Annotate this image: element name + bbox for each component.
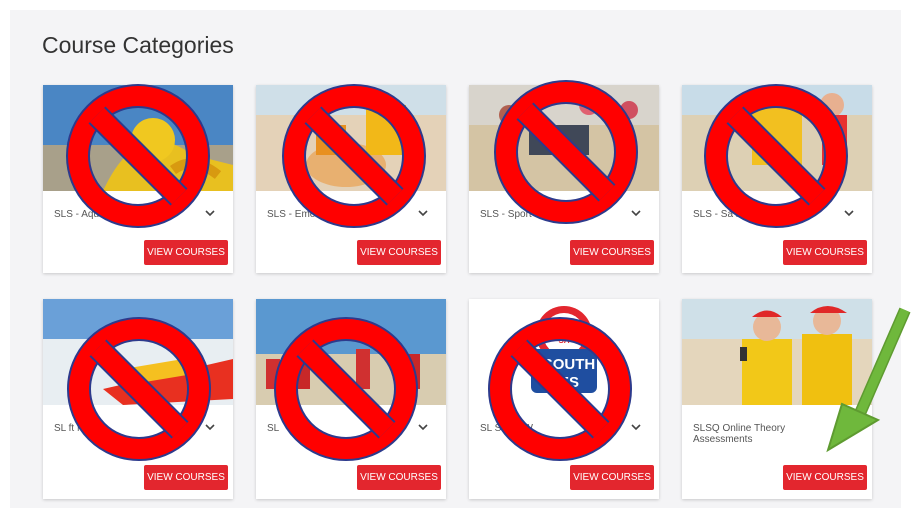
logo-text-main: SOUTH: [543, 356, 596, 373]
view-courses-button[interactable]: VIEW COURSES: [144, 240, 228, 265]
course-category-card[interactable]: SL VIEW COURSES: [256, 299, 446, 499]
course-category-card[interactable]: SL ft Mainte VIEW COURSES: [43, 299, 233, 499]
course-category-card[interactable]: SLS - Emerg VIEW COURSES: [256, 85, 446, 273]
chevron-down-icon[interactable]: [416, 420, 430, 434]
view-courses-button[interactable]: VIEW COURSES: [357, 465, 441, 490]
card-title: SL South W: [480, 423, 533, 434]
category-image: [43, 85, 233, 191]
card-title: SL: [267, 423, 280, 434]
chevron-down-icon[interactable]: [629, 420, 643, 434]
category-image: [682, 85, 872, 191]
chevron-down-icon[interactable]: [203, 420, 217, 434]
chevron-down-icon[interactable]: [203, 206, 217, 220]
view-courses-button[interactable]: VIEW COURSES: [783, 465, 867, 490]
card-title: SLSQ Online Theory Assessments: [693, 423, 786, 445]
chevron-down-icon[interactable]: [416, 206, 430, 220]
card-title: SLS - Sa ng: [693, 209, 747, 220]
course-category-card[interactable]: SLS - Aqua VIEW COURSES: [43, 85, 233, 273]
view-courses-button[interactable]: VIEW COURSES: [357, 240, 441, 265]
category-image: [256, 85, 446, 191]
category-image: [43, 299, 233, 405]
category-image: [469, 85, 659, 191]
category-image: [256, 299, 446, 405]
page-title: Course Categories: [42, 32, 234, 58]
course-category-card[interactable]: SLS - Sa ng VIEW COURSES: [682, 85, 872, 273]
view-courses-button[interactable]: VIEW COURSES: [144, 465, 228, 490]
card-title: SLS - Aqua: [54, 209, 105, 220]
logo-text-top: SURF: [552, 315, 577, 325]
course-category-card[interactable]: SURF SA SOUTH ES SL South W VIEW COURSES: [469, 299, 659, 499]
course-category-card-slsq[interactable]: SLSQ Online Theory Assessments VIEW COUR…: [682, 299, 872, 499]
course-category-card[interactable]: SLS - Sport VIEW COURSES: [469, 85, 659, 273]
view-courses-button[interactable]: VIEW COURSES: [783, 240, 867, 265]
chevron-down-icon[interactable]: [629, 206, 643, 220]
card-title: SLS - Emerg: [267, 209, 325, 220]
logo-text-small: SA: [558, 336, 569, 345]
surf-lifesaving-logo: SURF SA SOUTH ES: [469, 299, 659, 405]
view-courses-button[interactable]: VIEW COURSES: [570, 465, 654, 490]
view-courses-button[interactable]: VIEW COURSES: [570, 240, 654, 265]
logo-text-bottom: ES: [559, 374, 579, 391]
category-image: [682, 299, 872, 405]
card-title: SLS - Sport: [480, 209, 532, 220]
chevron-down-icon[interactable]: [842, 206, 856, 220]
card-title: SL ft Mainte: [54, 423, 107, 434]
